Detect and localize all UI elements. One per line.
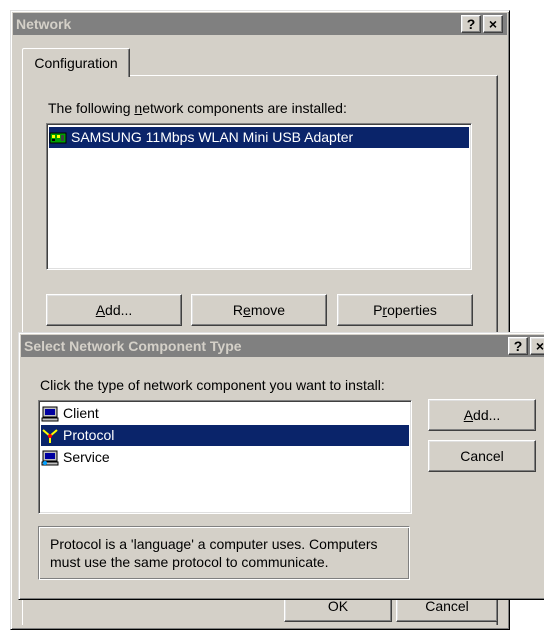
properties-button[interactable]: Pr operties bbox=[337, 294, 473, 326]
tab-configuration[interactable]: Configuration bbox=[22, 48, 130, 77]
service-label: Service bbox=[63, 449, 110, 465]
network-title: Network bbox=[16, 16, 72, 32]
network-title-bar[interactable]: Network bbox=[13, 13, 507, 35]
client-label: Client bbox=[63, 405, 99, 421]
network-help-button[interactable]: ? bbox=[461, 15, 481, 33]
network-adapter-icon bbox=[49, 130, 67, 146]
list-item-protocol[interactable]: Protocol bbox=[41, 425, 409, 446]
tab-configuration-label: Configuration bbox=[34, 55, 118, 71]
client-computer-icon bbox=[41, 406, 59, 422]
components-label: The following network components are ins… bbox=[48, 100, 347, 116]
component-type-list[interactable]: Client Protocol Service bbox=[38, 400, 412, 514]
list-item-client[interactable]: Client bbox=[41, 403, 409, 424]
select-help-button[interactable]: ? bbox=[508, 337, 528, 355]
remove-component-button[interactable]: Re move bbox=[191, 294, 327, 326]
list-item[interactable]: SAMSUNG 11Mbps WLAN Mini USB Adapter bbox=[49, 127, 469, 148]
protocol-icon bbox=[41, 428, 59, 444]
select-cancel-button[interactable]: Cancel bbox=[428, 440, 536, 472]
select-add-button[interactable]: Add... bbox=[428, 399, 536, 431]
service-computer-icon bbox=[41, 450, 59, 466]
protocol-label: Protocol bbox=[63, 427, 115, 443]
network-components-list[interactable]: SAMSUNG 11Mbps WLAN Mini USB Adapter bbox=[46, 123, 472, 270]
network-close-button[interactable]: × bbox=[483, 15, 503, 33]
select-dialog-title: Select Network Component Type bbox=[24, 338, 242, 354]
adapter-label: SAMSUNG 11Mbps WLAN Mini USB Adapter bbox=[71, 129, 354, 145]
list-item-service[interactable]: Service bbox=[41, 447, 409, 468]
description-text: Protocol is a 'language' a computer uses… bbox=[50, 536, 378, 570]
select-prompt: Click the type of network component you … bbox=[40, 377, 385, 393]
add-component-button[interactable]: Add... bbox=[46, 294, 182, 326]
select-close-button[interactable]: × bbox=[530, 337, 544, 355]
select-dialog-title-bar[interactable]: Select Network Component Type bbox=[21, 335, 544, 357]
